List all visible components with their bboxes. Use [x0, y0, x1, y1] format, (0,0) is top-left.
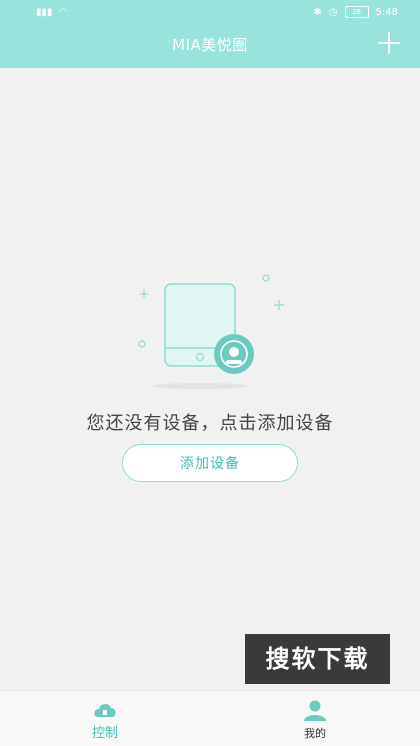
- status-bar: ▮▮▮ ◠ ✱ ◷ 28 5:48: [0, 0, 420, 26]
- status-right: ✱ ◷ 28 5:48: [313, 6, 398, 18]
- signal-icon: ▮▮▮: [36, 7, 53, 18]
- status-left: ▮▮▮ ◠: [36, 7, 67, 18]
- tab-label-control: 控制: [91, 726, 118, 741]
- alarm-icon: ◷: [328, 6, 338, 18]
- empty-state-message: 您还没有设备，点击添加设备: [86, 413, 334, 434]
- bottom-tab-bar: 控制 我的: [0, 690, 420, 746]
- add-device-button[interactable]: 添加设备: [122, 444, 298, 482]
- empty-devices-illustration: [138, 274, 284, 389]
- status-time: 5:48: [375, 6, 398, 18]
- tab-label-mine: 我的: [304, 727, 326, 740]
- add-icon[interactable]: [376, 30, 402, 56]
- tab-control[interactable]: 控制: [0, 691, 210, 746]
- wifi-icon: ◠: [58, 7, 68, 18]
- cloud-control-icon: [94, 703, 116, 717]
- bluetooth-icon: ✱: [313, 6, 322, 18]
- battery-icon: 28: [344, 6, 369, 18]
- watermark-logo: 搜软下载: [245, 634, 390, 684]
- tab-mine[interactable]: 我的: [210, 691, 420, 746]
- page-title: MIA美悦圈: [172, 36, 248, 54]
- user-icon: [304, 700, 326, 721]
